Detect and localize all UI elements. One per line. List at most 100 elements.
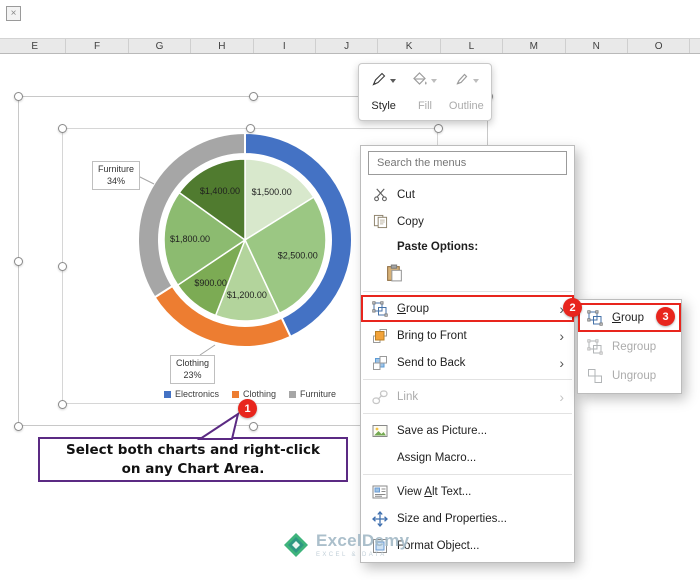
column-header-h[interactable]: H — [191, 39, 254, 53]
group-icon — [586, 309, 604, 327]
column-headers: EFGHIJKLMNO — [0, 38, 700, 54]
paste-icon[interactable] — [382, 262, 406, 286]
toolbar-fill-button[interactable]: Fill — [405, 70, 444, 114]
callout-line-2: on any Chart Area. — [121, 460, 265, 477]
category-label-percent: 23% — [183, 369, 202, 380]
menu-item-cut[interactable]: Cut — [361, 181, 574, 208]
submenu-arrow-icon: › — [559, 327, 564, 344]
outer-selection-handle[interactable] — [248, 421, 258, 431]
menu-item-ungroup[interactable]: Ungroup — [578, 361, 681, 390]
menu-separator — [363, 474, 572, 475]
legend-swatch — [163, 390, 171, 398]
data-label: $1,500.00 — [252, 187, 292, 197]
exceldemy-watermark: ExcelDemy EXCEL & DATA — [283, 531, 409, 558]
chart-selection-handle[interactable] — [57, 399, 67, 409]
chart-selection-handle[interactable] — [57, 123, 67, 133]
column-header-l[interactable]: L — [441, 39, 504, 53]
callout-tail — [196, 411, 240, 440]
toolbar-outline-button[interactable]: Outline — [447, 70, 486, 114]
column-header-o[interactable]: O — [628, 39, 691, 53]
menu-item-send-to-back[interactable]: Send to Back › — [361, 349, 574, 376]
search-the-menus-input[interactable]: Search the menus — [368, 151, 567, 175]
menu-caption-paste-options: Paste Options: — [361, 235, 574, 259]
outer-selection-handle[interactable] — [13, 421, 23, 431]
menu-item-link[interactable]: Link › — [361, 383, 574, 410]
outer-selection-handle[interactable] — [248, 91, 258, 101]
column-header-j[interactable]: J — [316, 39, 379, 53]
alt-text-icon — [371, 483, 389, 501]
menu-item-bring-to-front[interactable]: Bring to Front › — [361, 322, 574, 349]
category-label-name: Clothing — [176, 358, 210, 368]
legend-item-electronics[interactable]: Electronics — [163, 389, 219, 399]
scissors-icon — [371, 186, 389, 204]
fill-bucket-icon — [412, 71, 428, 92]
style-pen-icon — [371, 71, 387, 92]
context-menu-items: Cut Copy Paste Options: Group › Bring to Fron… — [361, 181, 574, 559]
instruction-callout: Select both charts and right-click on an… — [38, 437, 348, 482]
context-menu: Search the menus Cut Copy Paste Options: Gr… — [360, 145, 575, 563]
legend-swatch — [231, 390, 239, 398]
toolbar-button-label: Style — [371, 100, 396, 112]
category-label-clothing[interactable]: Clothing 23% — [170, 355, 216, 385]
watermark-tagline: EXCEL & DATA — [316, 552, 387, 558]
size-props-icon — [371, 510, 389, 528]
menu-item-save-as-picture[interactable]: Save as Picture... — [361, 417, 574, 444]
toolbar-button-label: Outline — [448, 100, 484, 112]
chart-selection-handle[interactable] — [245, 123, 255, 133]
legend-item-clothing[interactable]: Clothing — [231, 389, 277, 399]
legend-label: Furniture — [300, 389, 337, 399]
legend-swatch — [289, 390, 297, 398]
menu-item-copy[interactable]: Copy — [361, 208, 574, 235]
column-header-i[interactable]: I — [254, 39, 316, 53]
excel-screen: × EFGHIJKLMNO $1,500.00 $2,500.00 $1,200.0… — [0, 0, 700, 580]
step-badge-1: 1 — [238, 399, 257, 418]
data-label: $1,400.00 — [200, 186, 240, 196]
callout-line-1: Select both charts and right-click — [65, 442, 321, 459]
bring-front-icon — [371, 327, 389, 345]
chart-selection-handle[interactable] — [57, 261, 67, 271]
submenu-arrow-icon: › — [559, 354, 564, 371]
data-label: $2,500.00 — [278, 251, 318, 261]
menu-item-size-and-properties[interactable]: Size and Properties... — [361, 505, 574, 532]
menu-item-regroup[interactable]: Regroup — [578, 332, 681, 361]
menu-item-group[interactable]: Group › — [361, 295, 574, 322]
ungroup-icon — [586, 367, 604, 385]
mini-toolbar: Style Fill Outline — [358, 63, 492, 121]
column-header-g[interactable]: G — [129, 39, 192, 53]
outer-selection-handle[interactable] — [13, 256, 23, 266]
menu-separator — [363, 379, 572, 380]
no-icon — [371, 449, 389, 467]
toolbar-button-label: Fill — [417, 100, 433, 112]
data-label: $900.00 — [194, 278, 227, 288]
legend-label: Clothing — [242, 389, 277, 399]
watermark-brand: ExcelDemy — [316, 531, 410, 550]
category-label-furniture[interactable]: Furniture 34% — [92, 161, 141, 191]
label-leader-line — [199, 344, 216, 356]
label-leader-line — [137, 175, 155, 185]
column-header-n[interactable]: N — [566, 39, 628, 53]
exceldemy-logo-icon — [284, 532, 308, 557]
chart-selection-handle[interactable] — [433, 123, 443, 133]
outline-pen-icon — [454, 71, 470, 92]
data-label: $1,800.00 — [170, 234, 210, 244]
chevron-down-icon — [390, 79, 397, 83]
menu-separator — [363, 413, 572, 414]
step-badge-2: 2 — [563, 298, 582, 317]
legend-item-furniture[interactable]: Furniture — [289, 389, 336, 399]
menu-item-view-alt-text[interactable]: View Alt Text... — [361, 478, 574, 505]
picture-icon — [371, 422, 389, 440]
column-header-m[interactable]: M — [503, 39, 566, 53]
column-header-f[interactable]: F — [66, 39, 129, 53]
send-back-icon — [371, 354, 389, 372]
chevron-down-icon — [431, 79, 438, 83]
step-badge-3: 3 — [656, 307, 675, 326]
category-label-percent: 34% — [107, 175, 126, 186]
submenu-arrow-icon: › — [559, 388, 564, 405]
menu-item-assign-macro[interactable]: Assign Macro... — [361, 444, 574, 471]
column-header-k[interactable]: K — [378, 39, 441, 53]
group-icon — [371, 300, 389, 318]
menu-separator — [363, 291, 572, 292]
outer-selection-handle[interactable] — [13, 91, 23, 101]
toolbar-style-button[interactable]: Style — [364, 70, 403, 114]
column-header-e[interactable]: E — [4, 39, 67, 53]
